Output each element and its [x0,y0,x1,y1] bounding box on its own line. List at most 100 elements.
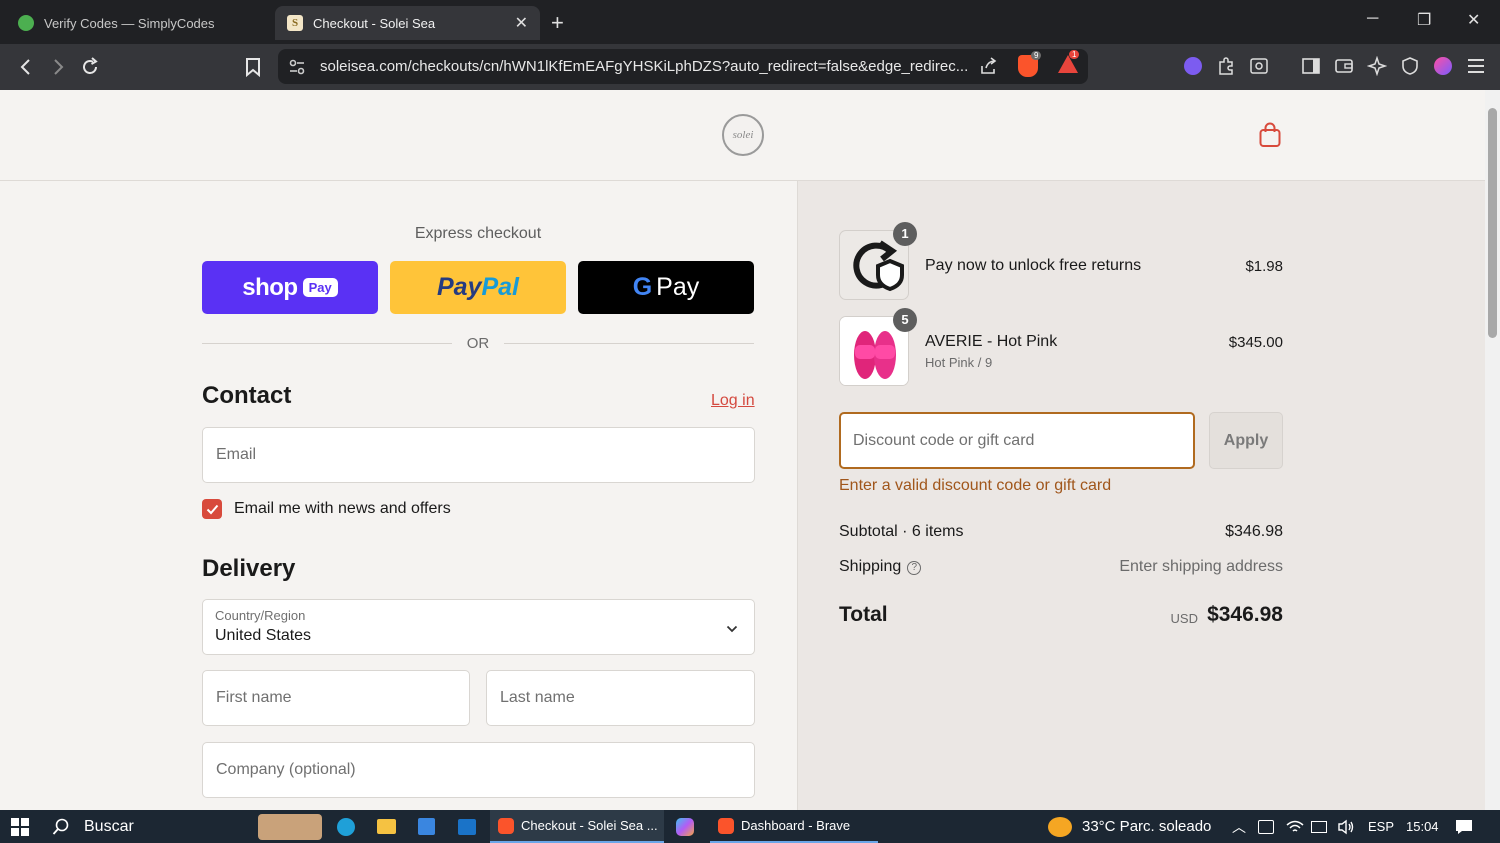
country-select[interactable]: Country/Region United States [202,599,755,655]
volume-icon[interactable] [1337,810,1355,843]
total-label: Total [839,603,888,626]
newsletter-checkbox-row[interactable]: Email me with news and offers [202,499,451,519]
express-checkout-title: Express checkout [414,225,542,242]
new-tab-button[interactable]: + [551,10,564,36]
total-value: $346.98 [1207,603,1283,626]
line-item-price: $1.98 [1245,258,1283,275]
or-text: OR [466,335,490,352]
brave-icon [718,817,734,834]
menu-hamburger-icon[interactable] [1465,55,1487,77]
sidebar-toggle-icon[interactable] [1300,55,1322,77]
page-scrollbar[interactable] [1485,90,1500,810]
windows-taskbar: Buscar Checkout - Solei Sea ... Dashboar… [0,810,1500,843]
contact-heading: Contact [202,382,292,409]
shipping-label: Shipping [839,558,902,575]
address-bar[interactable]: soleisea.com/checkouts/cn/hWN1lKfEmEAFgY… [278,49,1088,84]
input-language[interactable]: ESP [1368,810,1394,843]
newsletter-checkbox[interactable] [202,499,222,519]
url-text: soleisea.com/checkouts/cn/hWN1lKfEmEAFgY… [320,58,969,75]
apply-discount-button[interactable]: Apply [1209,412,1283,469]
paypal-wordmark: PayPal [436,273,519,301]
first-name-input[interactable] [203,671,469,725]
help-icon[interactable]: ? [907,561,922,575]
extension-purple-icon[interactable] [1182,55,1204,77]
discount-code-input[interactable] [841,414,1193,467]
site-header: solei [0,90,1485,181]
chevron-up-icon[interactable]: ︿ [1232,810,1246,843]
company-field[interactable] [202,742,755,798]
log-in-link[interactable]: Log in [711,392,755,410]
company-input[interactable] [203,743,754,797]
notifications-icon[interactable] [1455,810,1473,843]
shopping-bag-icon[interactable] [1258,122,1282,148]
last-name-field[interactable] [486,670,755,726]
back-button[interactable] [12,53,40,81]
store-icon[interactable] [418,810,435,843]
outlook-icon[interactable] [458,810,476,843]
wallet-icon[interactable] [1333,55,1355,77]
newsletter-label: Email me with news and offers [234,500,451,517]
paypal-button[interactable]: PayPal [390,261,566,314]
site-settings-icon[interactable] [288,58,306,81]
leo-ai-icon[interactable] [1366,55,1388,77]
wifi-icon[interactable] [1286,810,1304,843]
profile-avatar-icon[interactable] [1432,55,1454,77]
weather-widget[interactable]: 33°C Parc. soleado [1048,810,1211,843]
email-field[interactable] [202,427,755,483]
google-pay-wordmark: G Pay [632,273,700,301]
weather-text: 33°C Parc. soleado [1082,818,1212,835]
close-tab-icon[interactable]: ✕ [515,13,528,33]
close-window-icon[interactable]: ✕ [1467,10,1480,30]
subtotal-value: $346.98 [1225,523,1283,540]
discount-error-message: Enter a valid discount code or gift card [839,477,1112,494]
shipping-label-row: Shipping? [839,558,922,576]
tab-checkout[interactable]: S Checkout - Solei Sea ✕ [275,6,540,40]
taskbar-search[interactable]: Buscar [52,810,134,843]
google-pay-button[interactable]: G Pay [578,261,754,314]
copilot-icon[interactable] [676,810,694,843]
clock-time[interactable]: 15:04 [1406,810,1439,843]
vpn-shield-icon[interactable] [1399,55,1421,77]
taskbar-app-dashboard[interactable]: Dashboard - Brave [710,810,878,843]
line-item-price: $345.00 [1228,334,1283,351]
share-icon[interactable] [980,57,998,80]
reload-button[interactable] [76,53,104,81]
tray-device-icon[interactable] [1258,810,1274,843]
bookmark-icon[interactable] [239,53,267,81]
minimize-icon[interactable]: ─ [1367,10,1378,28]
subtotal-label: Subtotal · 6 items [839,523,964,540]
line-item-name: Pay now to unlock free returns [925,257,1142,274]
email-input[interactable] [203,428,754,482]
line-item-name: AVERIE - Hot Pink [925,333,1058,350]
search-highlight-image [258,810,322,843]
brave-icon [498,817,514,834]
google-g-icon: G [632,273,653,301]
network-icon[interactable] [1311,810,1327,843]
country-label: Country/Region [215,608,306,623]
shipping-value: Enter shipping address [1119,558,1283,575]
simplycodes-favicon-icon [18,15,34,31]
forward-button[interactable] [44,53,72,81]
browser-tab-bar: Verify Codes — SimplyCodes S Checkout - … [0,0,1500,44]
reader-mode-icon[interactable] [1248,55,1270,77]
quantity-badge: 5 [893,308,917,332]
or-divider: OR [202,333,754,353]
tab-simplycodes[interactable]: Verify Codes — SimplyCodes [6,6,268,40]
restore-icon[interactable]: ❐ [1417,10,1431,30]
windows-start-icon[interactable] [10,810,30,843]
extensions-puzzle-icon[interactable] [1215,55,1237,77]
edge-icon[interactable] [337,810,355,843]
discount-code-field[interactable] [839,412,1195,469]
scrollbar-thumb[interactable] [1488,108,1497,338]
browser-toolbar: soleisea.com/checkouts/cn/hWN1lKfEmEAFgY… [0,44,1500,90]
shields-count-badge: 9 [1031,51,1042,60]
taskbar-app-label: Dashboard - Brave [741,818,851,833]
solei-sea-logo[interactable]: solei [722,114,764,156]
first-name-field[interactable] [202,670,470,726]
search-label: Buscar [84,817,134,835]
country-value: United States [215,627,312,644]
file-explorer-icon[interactable] [377,810,396,843]
taskbar-app-checkout[interactable]: Checkout - Solei Sea ... [490,810,664,843]
last-name-input[interactable] [487,671,754,725]
shop-pay-button[interactable]: shop Pay [202,261,378,314]
